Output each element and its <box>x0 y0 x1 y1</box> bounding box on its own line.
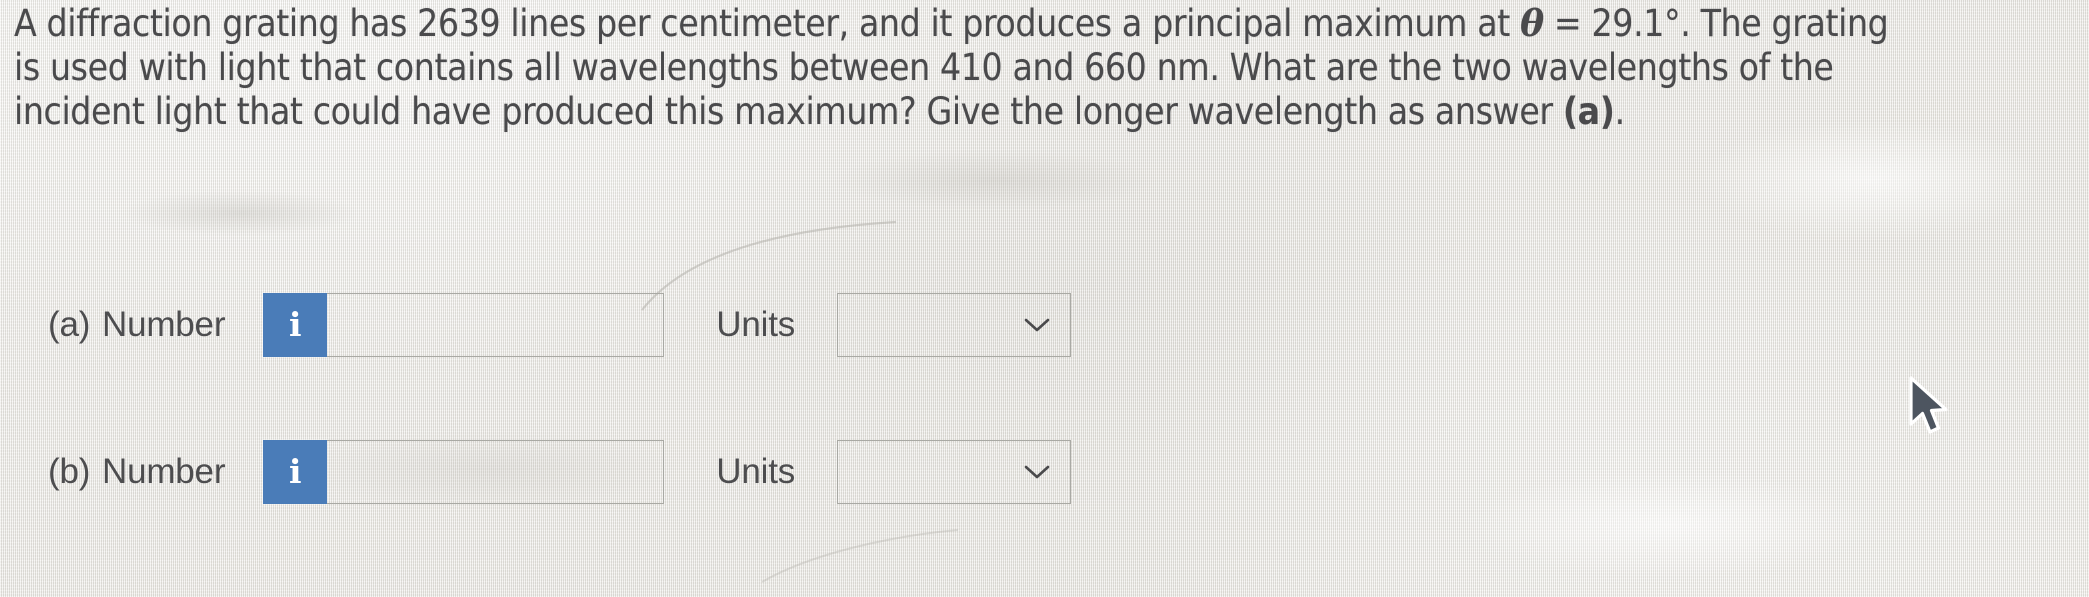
info-icon-button-b[interactable]: i <box>263 440 328 504</box>
answer-row-a: (a) Number i Units <box>0 290 1072 360</box>
row-letter-a: (a) <box>48 305 91 344</box>
paper-blotch <box>830 150 1160 210</box>
paper-blotch <box>1460 470 1880 580</box>
number-label-b: Number <box>102 452 226 491</box>
units-label-b: Units <box>716 452 796 491</box>
mouse-cursor-icon <box>1909 376 1948 434</box>
pencil-mark <box>761 529 959 583</box>
question-line-1: A diffraction grating has 2639 lines per… <box>14 2 2074 46</box>
question-text: A diffraction grating has 2639 lines per… <box>14 2 2074 134</box>
info-icon-button-a[interactable]: i <box>263 293 328 357</box>
number-input-b[interactable] <box>327 440 665 504</box>
question-line-2: is used with light that contains all wav… <box>14 46 1834 89</box>
answer-row-b: (b) Number i Units <box>0 437 1072 507</box>
units-select-b[interactable] <box>837 440 1072 504</box>
question-line-3: incident light that could have produced … <box>14 90 2074 134</box>
units-label-a: Units <box>716 305 796 344</box>
number-input-group-b: i <box>263 440 665 504</box>
number-input-a[interactable] <box>327 293 665 357</box>
question-final-period: . <box>1614 90 1626 133</box>
units-select-a[interactable] <box>837 293 1072 357</box>
chevron-down-icon <box>1024 317 1050 333</box>
question-line-1-text: A diffraction grating has 2639 lines per… <box>14 2 1521 45</box>
question-screenshot: A diffraction grating has 2639 lines per… <box>0 0 2089 597</box>
chevron-down-icon <box>1024 464 1050 480</box>
number-input-group-a: i <box>263 293 665 357</box>
row-letter-b: (b) <box>48 452 91 491</box>
paper-blotch <box>1700 120 2040 240</box>
question-line-3-text: incident light that could have produced … <box>14 90 1563 133</box>
paper-blotch <box>120 190 360 236</box>
question-line-1-tail: = 29.1°. The grating <box>1543 2 1889 45</box>
number-label-a: Number <box>102 305 226 344</box>
answer-reference: (a) <box>1562 90 1615 133</box>
theta-symbol: θ <box>1520 3 1544 45</box>
